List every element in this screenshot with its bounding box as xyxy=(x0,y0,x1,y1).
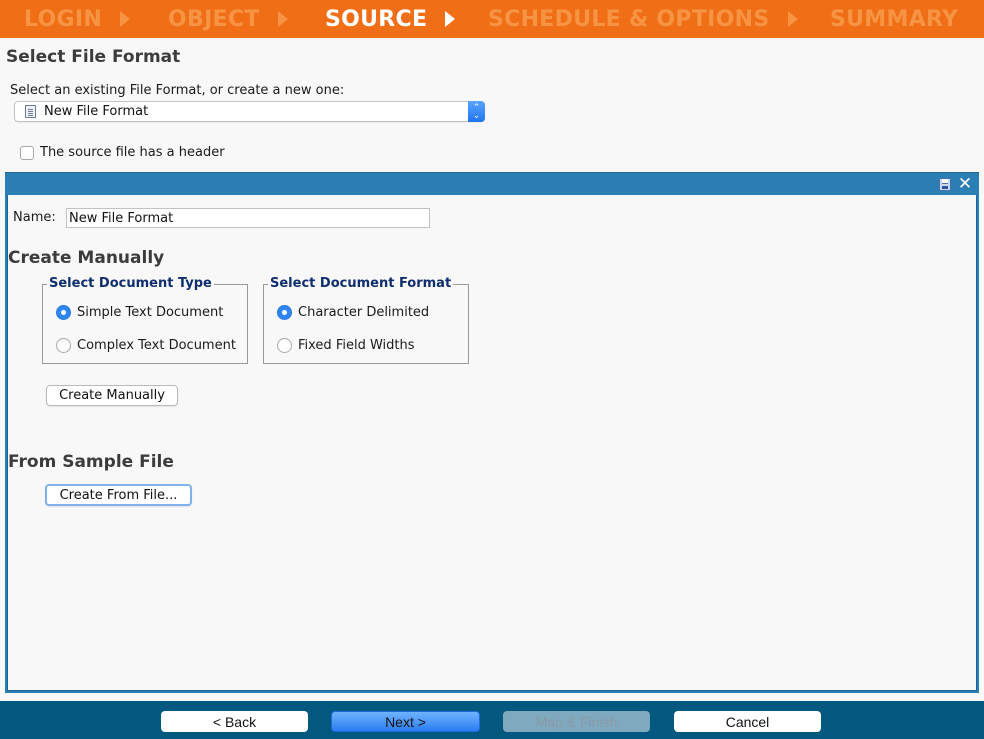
file-format-selected-value: New File Format xyxy=(44,104,149,119)
radio-button[interactable] xyxy=(56,338,71,353)
radio-complex-text[interactable]: Complex Text Document xyxy=(56,338,236,353)
document-type-group: Select Document Type Simple Text Documen… xyxy=(42,276,248,364)
panel-titlebar: ✕ xyxy=(5,172,979,195)
from-sample-file-heading: From Sample File xyxy=(8,452,174,472)
header-checkbox-row[interactable]: The source file has a header xyxy=(20,145,225,160)
radio-fixed-field-widths-label: Fixed Field Widths xyxy=(298,338,415,353)
step-summary: SUMMARY xyxy=(830,0,958,38)
create-manually-button[interactable]: Create Manually xyxy=(46,385,178,406)
chevron-right-icon xyxy=(445,11,456,27)
radio-character-delimited-label: Character Delimited xyxy=(298,305,430,320)
map-finish-button: Map & Finish xyxy=(503,711,650,732)
chevron-right-icon xyxy=(277,11,288,27)
name-input[interactable] xyxy=(66,208,430,228)
close-icon[interactable]: ✕ xyxy=(957,174,973,194)
document-type-legend: Select Document Type xyxy=(47,276,214,291)
page-title: Select File Format xyxy=(6,47,181,67)
radio-character-delimited[interactable]: Character Delimited xyxy=(277,305,429,320)
cancel-button[interactable]: Cancel xyxy=(674,711,821,732)
chevron-right-icon xyxy=(787,11,798,27)
step-source: SOURCE xyxy=(325,0,456,38)
file-format-prompt: Select an existing File Format, or creat… xyxy=(10,83,345,98)
radio-simple-text-label: Simple Text Document xyxy=(77,305,224,320)
next-button[interactable]: Next > xyxy=(331,711,480,732)
step-source-label: SOURCE xyxy=(325,6,428,32)
save-icon[interactable] xyxy=(939,178,951,191)
step-schedule-options: SCHEDULE & OPTIONS xyxy=(488,0,798,38)
create-from-file-button[interactable]: Create From File... xyxy=(45,484,192,506)
radio-fixed-field-widths[interactable]: Fixed Field Widths xyxy=(277,338,415,353)
header-checkbox[interactable] xyxy=(20,145,34,160)
file-format-select[interactable]: New File Format ⌃ ⌄ xyxy=(14,101,485,122)
footer-bar: < Back Next > Map & Finish Cancel xyxy=(0,701,984,739)
step-object-label: OBJECT xyxy=(168,6,260,32)
updown-chevron-icon[interactable]: ⌃ ⌄ xyxy=(468,101,485,122)
wizard-step-bar: LOGIN OBJECT SOURCE SCHEDULE & OPTIONS S… xyxy=(0,0,984,38)
step-login: LOGIN xyxy=(24,0,131,38)
document-format-legend: Select Document Format xyxy=(268,276,454,291)
document-icon xyxy=(25,105,36,118)
step-summary-label: SUMMARY xyxy=(830,6,959,32)
back-button[interactable]: < Back xyxy=(161,711,308,732)
step-object: OBJECT xyxy=(168,0,288,38)
step-login-label: LOGIN xyxy=(24,6,103,32)
document-format-group: Select Document Format Character Delimit… xyxy=(263,276,469,364)
radio-button-checked[interactable] xyxy=(56,305,71,320)
name-label: Name: xyxy=(13,210,56,225)
chevron-right-icon xyxy=(120,11,131,27)
radio-simple-text[interactable]: Simple Text Document xyxy=(56,305,223,320)
create-manually-heading: Create Manually xyxy=(8,248,165,268)
radio-button-checked[interactable] xyxy=(277,305,292,320)
radio-complex-text-label: Complex Text Document xyxy=(77,338,236,353)
radio-button[interactable] xyxy=(277,338,292,353)
header-checkbox-label: The source file has a header xyxy=(40,145,225,160)
step-schedule-label: SCHEDULE & OPTIONS xyxy=(488,6,770,32)
